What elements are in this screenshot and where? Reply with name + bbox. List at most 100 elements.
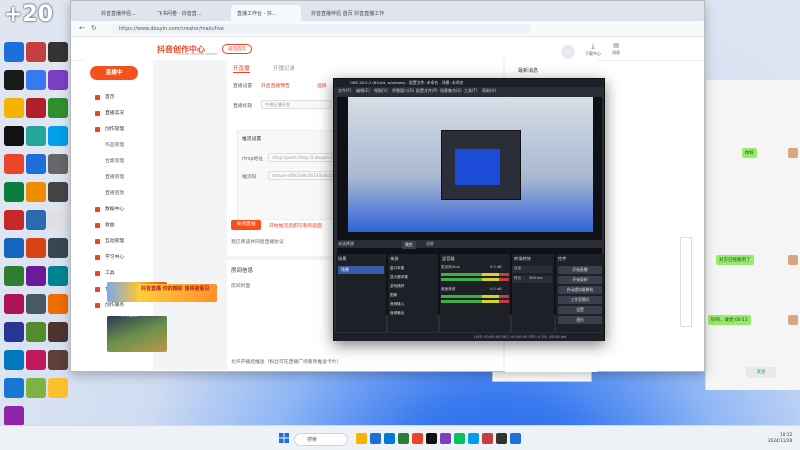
download-center-button[interactable]: ⤓ 下载中心: [583, 42, 603, 57]
desktop-app-icon[interactable]: [4, 154, 24, 174]
taskbar-app-icon[interactable]: [426, 433, 437, 444]
desktop-app-icon[interactable]: [48, 70, 68, 90]
clock[interactable]: 10:12 2024/11/28: [768, 432, 792, 444]
desktop-app-icon[interactable]: [48, 238, 68, 258]
browser-tab-active[interactable]: 直播工作台 - 抖...: [231, 5, 301, 21]
menu-edit[interactable]: 编辑(E): [356, 88, 370, 94]
desktop-app-icon[interactable]: [4, 238, 24, 258]
source-item[interactable]: 图像: [390, 293, 436, 300]
sidebar-item[interactable]: 学习中心: [85, 252, 153, 263]
back-home-button[interactable]: 返回首页: [222, 44, 252, 54]
browser-tab[interactable]: 飞书问卷 · 抖音直...: [151, 5, 227, 21]
desktop-app-icon[interactable]: [4, 42, 24, 62]
url-field[interactable]: https://www.douyin.com/creator/main/live: [111, 24, 531, 34]
taskbar-app-icon[interactable]: [468, 433, 479, 444]
scene-item[interactable]: 场景: [338, 266, 384, 274]
desktop-app-icon[interactable]: [4, 266, 24, 286]
end-live-button[interactable]: 关闭直播: [231, 220, 261, 230]
desktop-app-icon[interactable]: [26, 98, 46, 118]
sidebar-item[interactable]: 收益: [85, 220, 153, 231]
desktop-app-icon[interactable]: [26, 294, 46, 314]
taskbar-app-icon[interactable]: [356, 433, 367, 444]
desktop-app-icon[interactable]: [4, 182, 24, 202]
desktop-app-icon[interactable]: [48, 42, 68, 62]
desktop-app-icon[interactable]: [48, 210, 68, 230]
send-button[interactable]: 发送: [746, 367, 776, 378]
taskbar-app-icon[interactable]: [510, 433, 521, 444]
field-value[interactable]: 开启直播预告: [261, 82, 290, 89]
source-item[interactable]: 游戏捕获: [390, 284, 436, 291]
push-checkbox[interactable]: 允许开播后推送（粉丝可在直播广场看到推送卡片）: [231, 358, 431, 365]
tab-live-records[interactable]: 开播记录: [273, 64, 295, 72]
desktop-app-icon[interactable]: [4, 378, 24, 398]
duration-input[interactable]: 300 ms: [527, 276, 552, 283]
desktop-app-icon[interactable]: [26, 42, 46, 62]
start-recording-button[interactable]: 开始录制: [558, 276, 602, 284]
reload-icon[interactable]: ↻: [91, 24, 97, 32]
desktop-app-icon[interactable]: [48, 266, 68, 286]
live-status-button[interactable]: 直播中: [90, 66, 138, 80]
menu-help[interactable]: 帮助(H): [482, 88, 496, 94]
desktop-app-icon[interactable]: [48, 182, 68, 202]
desktop-app-icon[interactable]: [4, 126, 24, 146]
desktop-app-icon[interactable]: [26, 182, 46, 202]
messages-button[interactable]: ✉ 消息: [606, 42, 626, 56]
menu-profile[interactable]: 配置文件(P): [416, 88, 438, 94]
sidebar-item[interactable]: 直播回放: [85, 188, 153, 199]
desktop-app-icon[interactable]: [26, 378, 46, 398]
source-item[interactable]: 显示器采集: [390, 275, 436, 282]
desktop-app-icon[interactable]: [26, 70, 46, 90]
sidebar-item[interactable]: 工具: [85, 268, 153, 279]
virtual-camera-button[interactable]: 启动虚拟摄像机: [558, 286, 602, 294]
browser-tab[interactable]: 抖音直播伴侣 首页 抖音直播工作...: [305, 5, 385, 21]
desktop-app-icon[interactable]: [26, 238, 46, 258]
help-link[interactable]: 开始推流后即可看到画面: [269, 222, 322, 229]
sidebar-item[interactable]: 作品管理: [85, 140, 153, 151]
desktop-app-icon[interactable]: [26, 322, 46, 342]
desktop-app-icon[interactable]: [48, 322, 68, 342]
taskbar-app-icon[interactable]: [370, 433, 381, 444]
desktop-app-icon[interactable]: [4, 406, 24, 426]
desktop-app-icon[interactable]: [48, 294, 68, 314]
sidebar-item[interactable]: 互动管理: [85, 236, 153, 247]
transition-select[interactable]: 淡出: [512, 266, 552, 273]
sidebar-item[interactable]: 直播实况: [85, 108, 153, 119]
source-item[interactable]: 音频输入: [390, 302, 436, 309]
desktop-app-icon[interactable]: [4, 294, 24, 314]
volume-slider[interactable]: [441, 300, 509, 303]
desktop-app-icon[interactable]: [4, 322, 24, 342]
agree-checkbox[interactable]: 我已阅读并同意直播协议: [231, 238, 284, 245]
desktop-app-icon[interactable]: [4, 210, 24, 230]
desktop-app-icon[interactable]: [26, 266, 46, 286]
menu-view[interactable]: 视图(V): [374, 88, 388, 94]
menu-file[interactable]: 文件(F): [338, 88, 351, 94]
desktop-app-icon[interactable]: [26, 126, 46, 146]
rtmp-input[interactable]: rtmp://push-rtmp-l1.douyin.com/live: [268, 153, 338, 162]
select-link[interactable]: 选择: [317, 82, 327, 89]
desktop-app-icon[interactable]: [26, 350, 46, 370]
menu-scene-collection[interactable]: 场景集合(S): [440, 88, 462, 94]
source-item[interactable]: 音频输出: [390, 311, 436, 318]
desktop-app-icon[interactable]: [4, 70, 24, 90]
menu-tools[interactable]: 工具(T): [464, 88, 478, 94]
settings-button[interactable]: 设置: [558, 306, 602, 314]
taskbar-app-icon[interactable]: [398, 433, 409, 444]
menu-docks[interactable]: 停靠窗口(D): [392, 88, 414, 94]
exit-button[interactable]: 退出: [558, 316, 602, 324]
volume-slider[interactable]: [441, 278, 509, 281]
studio-mode-button[interactable]: 工作室模式: [558, 296, 602, 304]
source-item[interactable]: 窗口采集: [390, 266, 436, 273]
taskbar-app-icon[interactable]: [412, 433, 423, 444]
desktop-app-icon[interactable]: [48, 350, 68, 370]
filters-button[interactable]: 滤镜: [426, 241, 434, 247]
sidebar-item[interactable]: 创作管理: [85, 124, 153, 135]
sidebar-item[interactable]: 直播管理: [85, 172, 153, 183]
search-box[interactable]: 搜索: [294, 433, 348, 446]
sidebar-item[interactable]: 数据中心: [85, 204, 153, 215]
taskbar-app-icon[interactable]: [440, 433, 451, 444]
desktop-app-icon[interactable]: [4, 98, 24, 118]
desktop-app-icon[interactable]: [48, 154, 68, 174]
cover-thumbnail[interactable]: [107, 316, 167, 352]
browser-tab[interactable]: 抖音直播伴侣...: [95, 5, 141, 21]
properties-button[interactable]: 属性: [402, 241, 416, 249]
